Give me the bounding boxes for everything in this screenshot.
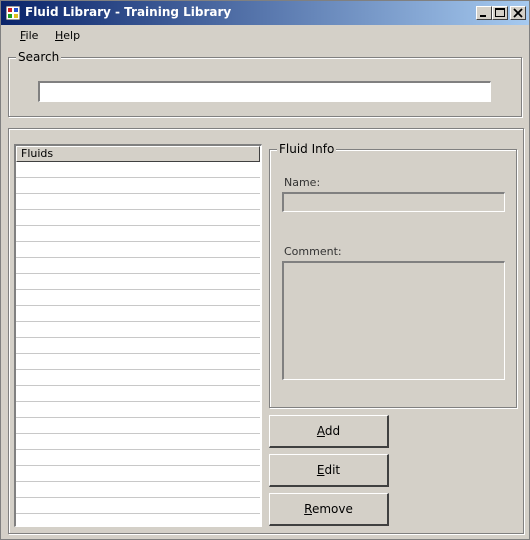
list-row[interactable] bbox=[16, 274, 260, 290]
name-label: Name: bbox=[284, 176, 321, 189]
add-button-accel: A bbox=[316, 424, 325, 438]
list-row[interactable] bbox=[16, 290, 260, 306]
list-row[interactable] bbox=[16, 402, 260, 418]
minimize-button[interactable] bbox=[476, 6, 492, 20]
window-title: Fluid Library - Training Library bbox=[25, 5, 232, 19]
name-field[interactable] bbox=[282, 192, 505, 212]
list-row[interactable] bbox=[16, 210, 260, 226]
list-row[interactable] bbox=[16, 306, 260, 322]
list-row[interactable] bbox=[16, 498, 260, 514]
maximize-icon bbox=[495, 8, 505, 17]
add-button-label: dd bbox=[324, 424, 341, 438]
title-bar[interactable]: Fluid Library - Training Library bbox=[1, 1, 529, 25]
list-row[interactable] bbox=[16, 178, 260, 194]
close-icon bbox=[513, 8, 523, 18]
list-row[interactable] bbox=[16, 434, 260, 450]
remove-button-accel: R bbox=[304, 502, 312, 516]
edit-button-label: dit bbox=[324, 463, 341, 477]
list-row[interactable] bbox=[16, 482, 260, 498]
list-row[interactable] bbox=[16, 322, 260, 338]
menu-file-label: ile bbox=[25, 29, 39, 42]
comment-field[interactable] bbox=[282, 261, 505, 380]
add-button[interactable]: Add bbox=[269, 415, 389, 448]
remove-button[interactable]: Remove bbox=[269, 493, 389, 526]
list-row[interactable] bbox=[16, 418, 260, 434]
edit-button[interactable]: Edit bbox=[269, 454, 389, 487]
remove-button-label: emove bbox=[311, 502, 353, 516]
list-row[interactable] bbox=[16, 450, 260, 466]
list-row[interactable] bbox=[16, 354, 260, 370]
list-row[interactable] bbox=[16, 514, 260, 526]
app-icon bbox=[6, 6, 20, 20]
fluids-column-header[interactable]: Fluids bbox=[16, 146, 260, 162]
fluids-list[interactable]: Fluids bbox=[14, 144, 262, 527]
list-row[interactable] bbox=[16, 258, 260, 274]
menu-help-label: elp bbox=[63, 29, 81, 42]
menu-file[interactable]: File bbox=[20, 29, 38, 42]
list-row[interactable] bbox=[16, 194, 260, 210]
fluids-rows bbox=[16, 162, 260, 526]
list-row[interactable] bbox=[16, 466, 260, 482]
close-button[interactable] bbox=[510, 6, 526, 20]
list-row[interactable] bbox=[16, 386, 260, 402]
fluid-info-legend: Fluid Info bbox=[277, 142, 337, 156]
menu-bar: File Help bbox=[1, 25, 529, 45]
search-legend: Search bbox=[16, 50, 62, 64]
list-row[interactable] bbox=[16, 226, 260, 242]
search-input[interactable] bbox=[38, 81, 491, 102]
list-row[interactable] bbox=[16, 242, 260, 258]
list-row[interactable] bbox=[16, 162, 260, 178]
menu-help[interactable]: Help bbox=[55, 29, 80, 42]
list-row[interactable] bbox=[16, 370, 260, 386]
maximize-button[interactable] bbox=[492, 6, 508, 20]
comment-label: Comment: bbox=[284, 245, 342, 258]
app-window: Fluid Library - Training Library File He… bbox=[0, 0, 530, 540]
minimize-icon bbox=[480, 15, 486, 17]
list-row[interactable] bbox=[16, 338, 260, 354]
